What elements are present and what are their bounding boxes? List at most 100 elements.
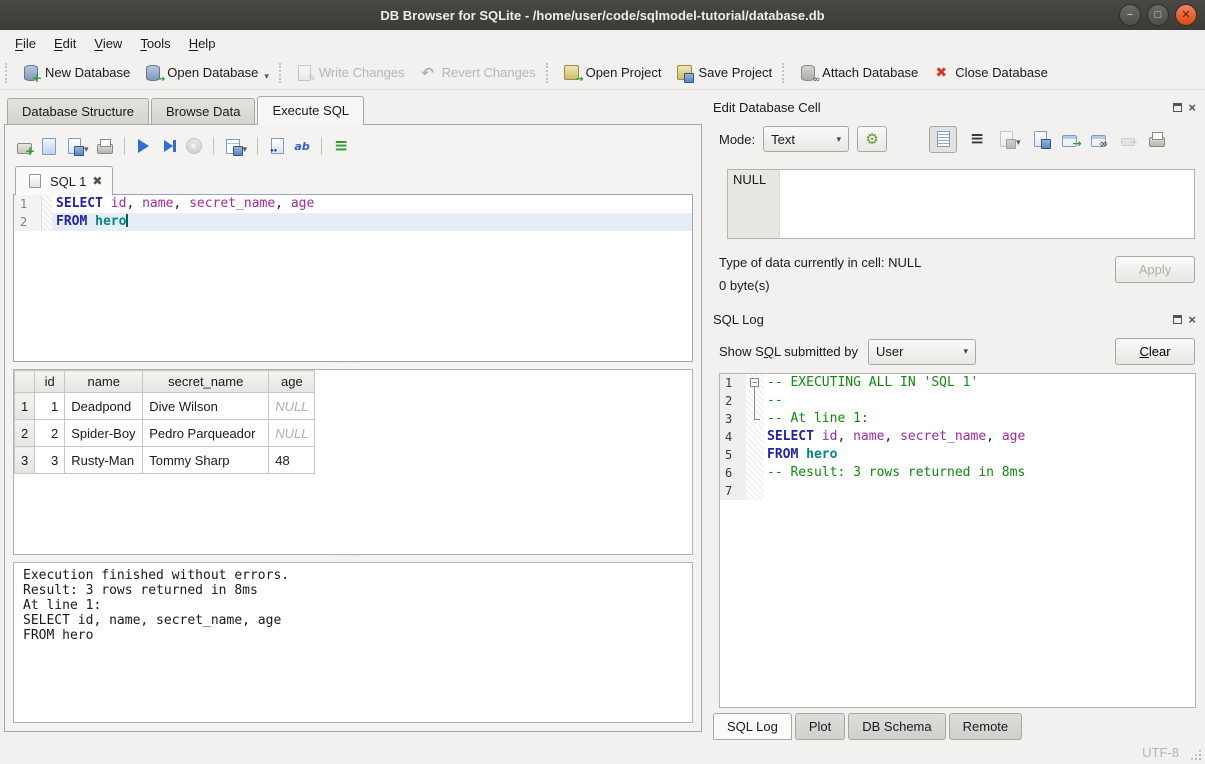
menu-item-view[interactable]: View: [85, 33, 131, 54]
edit-cell-close-button[interactable]: ×: [1188, 103, 1196, 112]
edit-cell-mode-row: Mode: Text ▾ ▾: [719, 125, 1196, 153]
open-sql-file-icon: [40, 137, 58, 155]
resize-grip[interactable]: [1191, 750, 1201, 760]
toolbar-separator: [124, 137, 125, 155]
sql-toolbar-button-open-sql-file[interactable]: [40, 137, 58, 155]
toolbar-button-open-database[interactable]: Open Database▾: [137, 60, 276, 86]
sql-log-float-button[interactable]: [1173, 315, 1182, 324]
table-cell[interactable]: NULL: [269, 393, 315, 420]
sql-toolbar-button-format-sql[interactable]: [332, 137, 350, 155]
cell-toolbar-button-export-data[interactable]: [1061, 130, 1079, 148]
cell-toolbar-button-text-mode[interactable]: [929, 126, 957, 153]
cell-toolbar-button-import-data[interactable]: ▾: [997, 130, 1021, 148]
close-tab-icon[interactable]: ✖: [92, 174, 102, 188]
cell-toolbar-button-set-link[interactable]: [1090, 130, 1108, 148]
code-text: FROM hero: [52, 213, 692, 231]
tab-database-structure[interactable]: Database Structure: [7, 98, 149, 125]
column-header-id[interactable]: id: [35, 371, 65, 393]
table-cell[interactable]: Deadpond: [65, 393, 143, 420]
table-cell[interactable]: Pedro Parqueador: [143, 420, 269, 447]
row-header[interactable]: 3: [15, 447, 35, 474]
row-header[interactable]: 2: [15, 420, 35, 447]
table-cell[interactable]: Spider-Boy: [65, 420, 143, 447]
maximize-button[interactable]: □: [1147, 4, 1169, 26]
sql-file-tab-sql-1[interactable]: SQL 1✖: [15, 166, 113, 195]
sql-toolbar-button-print-sql[interactable]: [96, 137, 114, 155]
sql-toolbar-button-find[interactable]: [268, 137, 286, 155]
sql-editor[interactable]: 1SELECT id, name, secret_name, age2FROM …: [13, 194, 693, 362]
apply-button[interactable]: Apply: [1115, 256, 1195, 283]
cell-toolbar-button-save-as[interactable]: [1032, 130, 1050, 148]
cell-value-text: NULL: [728, 170, 780, 238]
tab-execute-sql[interactable]: Execute SQL: [257, 96, 364, 125]
table-cell[interactable]: 3: [35, 447, 65, 474]
column-header-secret-name[interactable]: secret_name: [143, 371, 269, 393]
close-button[interactable]: ✕: [1175, 4, 1197, 26]
fold-line: [754, 392, 755, 410]
cell-toolbar-button-print-cell[interactable]: [1148, 130, 1166, 148]
sql-toolbar-button-open-sql-new-tab[interactable]: [15, 137, 33, 155]
sql-toolbar-button-execute-all[interactable]: [135, 137, 153, 155]
row-header[interactable]: 1: [15, 393, 35, 420]
table-cell[interactable]: NULL: [269, 420, 315, 447]
sql-toolbar-button-execute-line[interactable]: [160, 137, 178, 155]
bottom-tabs: SQL LogPlotDB SchemaRemote: [713, 708, 1196, 740]
clear-button[interactable]: Clear: [1115, 338, 1195, 365]
menu-item-help[interactable]: Help: [180, 33, 225, 54]
cell-settings-button[interactable]: [857, 126, 887, 152]
sql-token: name: [142, 196, 173, 211]
bottom-tab-db-schema[interactable]: DB Schema: [848, 713, 945, 740]
sql-toolbar-button-find-replace[interactable]: [293, 137, 311, 155]
table-cell[interactable]: Tommy Sharp: [143, 447, 269, 474]
tab-browse-data[interactable]: Browse Data: [151, 98, 255, 125]
sql-toolbar-button-stop[interactable]: [185, 137, 203, 155]
sql-token: ,: [986, 429, 1002, 444]
float-icon: [1173, 103, 1182, 112]
toolbar-button-write-changes[interactable]: Write Changes: [289, 60, 412, 86]
toolbar-button-new-database[interactable]: New Database: [15, 60, 137, 86]
fold-line: [754, 410, 755, 419]
minimize-button[interactable]: −: [1119, 4, 1141, 26]
menu-item-tools[interactable]: Tools: [131, 33, 179, 54]
collapse-icon[interactable]: −: [750, 378, 759, 387]
column-header-age[interactable]: age: [269, 371, 315, 393]
table-cell[interactable]: 48: [269, 447, 315, 474]
column-header-name[interactable]: name: [65, 371, 143, 393]
sql-log-close-button[interactable]: ×: [1188, 315, 1196, 324]
cell-type-info: Type of data currently in cell: NULL: [719, 251, 921, 274]
line-number: 3: [720, 410, 746, 428]
cell-value-editor[interactable]: NULL: [727, 169, 1195, 239]
format-sql-icon: [332, 137, 350, 155]
log-line: 5FROM hero: [720, 446, 1195, 464]
fold-margin[interactable]: −: [746, 374, 764, 392]
splitter-results-status[interactable]: [13, 555, 693, 562]
toolbar-button-save-project[interactable]: Save Project: [668, 60, 779, 86]
mode-select[interactable]: Text ▾: [763, 126, 849, 152]
sql-toolbar-button-save-results[interactable]: ▾: [224, 137, 248, 155]
sql-log-filter-select[interactable]: User ▾: [868, 339, 976, 365]
table-cell[interactable]: 2: [35, 420, 65, 447]
toolbar-button-attach-database[interactable]: Attach Database: [792, 60, 925, 86]
toolbar-separator: [5, 63, 10, 83]
bottom-tab-sql-log[interactable]: SQL Log: [713, 713, 792, 740]
bottom-tab-remote[interactable]: Remote: [949, 713, 1023, 740]
cell-toolbar-button-word-wrap[interactable]: [968, 130, 986, 148]
cell-toolbar-button-remove-cell[interactable]: [1119, 130, 1137, 148]
menu-item-file[interactable]: File: [6, 33, 45, 54]
toolbar-button-revert-changes[interactable]: Revert Changes: [412, 60, 543, 86]
sql-log-view[interactable]: 1−-- EXECUTING ALL IN 'SQL 1'2--3-- At l…: [719, 373, 1196, 708]
splitter-editor-results[interactable]: [13, 362, 693, 369]
table-cell[interactable]: Dive Wilson: [143, 393, 269, 420]
sql-toolbar-button-save-sql-file[interactable]: ▾: [65, 137, 89, 155]
execute-line-icon: [160, 137, 178, 155]
edit-cell-float-button[interactable]: [1173, 103, 1182, 112]
table-cell[interactable]: 1: [35, 393, 65, 420]
menu-item-edit[interactable]: Edit: [45, 33, 85, 54]
fold-margin: [746, 392, 764, 410]
table-cell[interactable]: Rusty-Man: [65, 447, 143, 474]
toolbar-button-close-database[interactable]: Close Database: [925, 60, 1055, 86]
toolbar-button-open-project[interactable]: Open Project: [556, 60, 669, 86]
titlebar[interactable]: DB Browser for SQLite - /home/user/code/…: [0, 0, 1205, 30]
bottom-tab-plot[interactable]: Plot: [795, 713, 845, 740]
gear-icon: [863, 130, 881, 148]
